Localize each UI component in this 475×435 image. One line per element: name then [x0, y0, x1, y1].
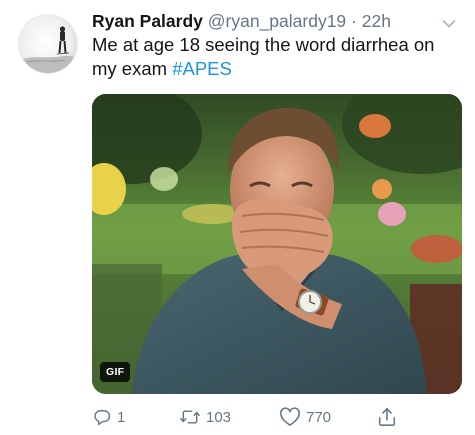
retweet-icon: [179, 407, 201, 427]
laughing-man-gif-image: [92, 94, 462, 394]
media-gif[interactable]: GIF: [92, 94, 462, 394]
avatar-image: [19, 15, 77, 73]
display-name[interactable]: Ryan Palardy: [92, 11, 203, 31]
avatar[interactable]: [18, 14, 78, 74]
hashtag-link[interactable]: #APES: [172, 58, 232, 79]
timestamp[interactable]: 22h: [362, 11, 391, 31]
retweet-count: 103: [206, 408, 232, 426]
tweet-actions: 1 103 770: [92, 404, 422, 430]
reply-icon: [92, 407, 112, 427]
tweet-body: Me at age 18 seeing the word diarrhea on…: [92, 34, 435, 79]
gif-badge: GIF: [100, 362, 131, 382]
tweet-header: Ryan Palardy @ryan_palardy19 · 22h: [92, 9, 439, 33]
like-button[interactable]: 770: [279, 407, 377, 427]
like-count: 770: [306, 408, 332, 426]
tweet[interactable]: Ryan Palardy @ryan_palardy19 · 22h Me at…: [0, 0, 475, 435]
tweet-text: Me at age 18 seeing the word diarrhea on…: [92, 33, 464, 81]
chevron-down-icon[interactable]: [442, 16, 456, 28]
share-icon: [377, 406, 397, 428]
like-icon: [279, 407, 301, 427]
retweet-button[interactable]: 103: [179, 407, 279, 427]
reply-count: 1: [117, 408, 126, 426]
share-button[interactable]: [377, 406, 397, 428]
reply-button[interactable]: 1: [92, 407, 179, 427]
user-handle[interactable]: @ryan_palardy19: [208, 11, 346, 31]
separator-dot: ·: [351, 11, 357, 31]
